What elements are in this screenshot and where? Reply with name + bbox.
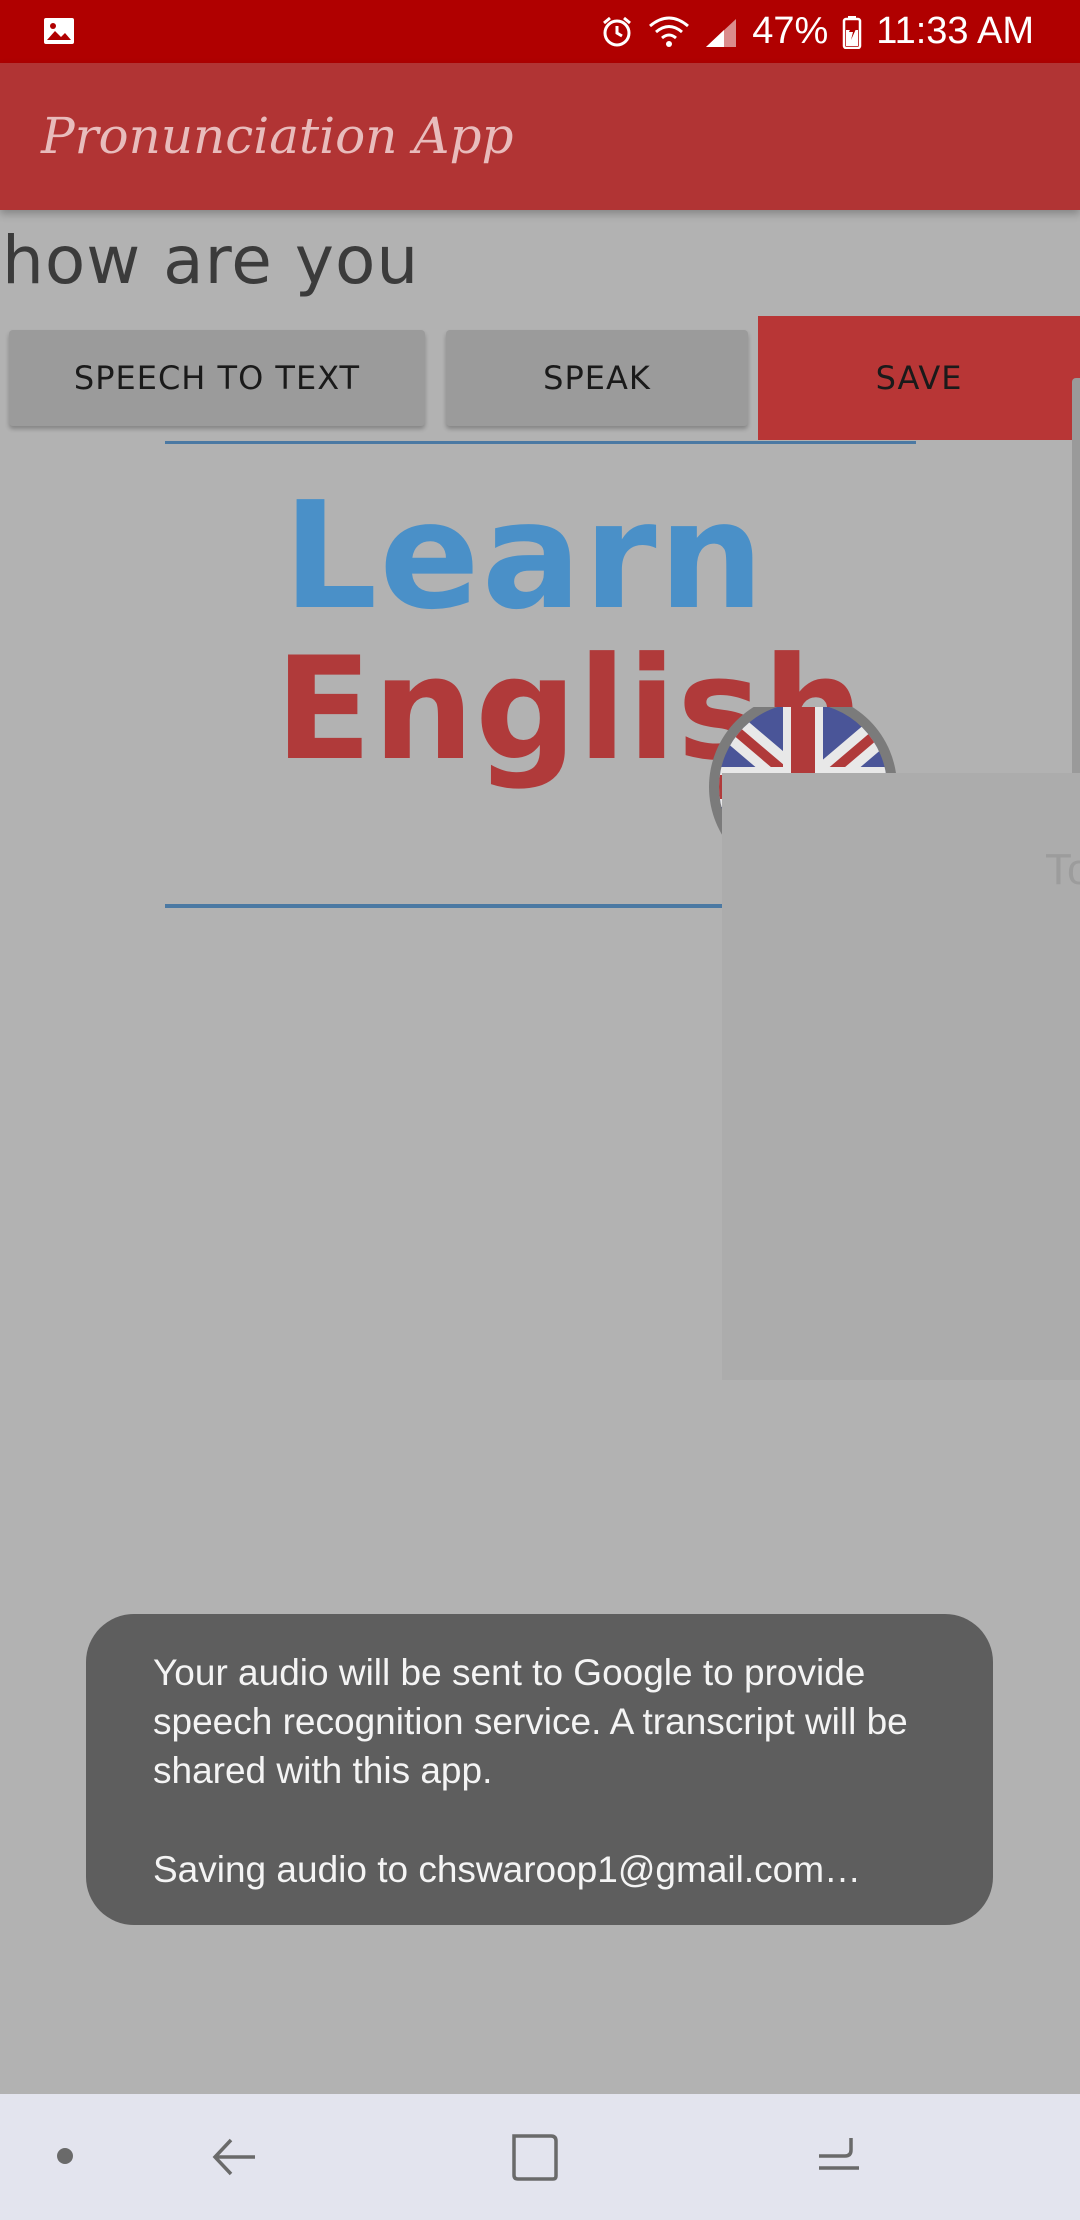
toast-saving-message: Saving audio to chswaroop1@gmail.com…: [153, 1849, 862, 1890]
image-learn-text: Learn: [283, 470, 766, 642]
image-icon: [44, 18, 74, 44]
app-bar: Pronunciation App: [0, 63, 1080, 210]
status-bar: 47% 11:33 AM: [0, 0, 1080, 63]
alarm-icon: [603, 16, 632, 46]
back-icon[interactable]: [211, 2132, 257, 2182]
dot-icon[interactable]: [57, 2148, 73, 2164]
speak-button[interactable]: SPEAK: [446, 330, 748, 426]
background-panel: [722, 773, 1080, 1380]
clock: 11:33 AM: [876, 10, 1034, 52]
save-button[interactable]: SAVE: [758, 316, 1080, 440]
wifi-icon: [649, 16, 690, 47]
battery-percent: 47%: [752, 10, 829, 52]
background-text: To: [1045, 845, 1080, 894]
battery-icon: [843, 15, 862, 49]
signal-icon: [706, 18, 737, 47]
recents-icon[interactable]: [815, 2132, 863, 2182]
home-icon[interactable]: [511, 2132, 559, 2182]
speech-to-text-button[interactable]: SPEECH TO TEXT: [9, 330, 425, 426]
overlay-edge: [1072, 378, 1080, 830]
app-title: Pronunciation App: [41, 107, 514, 165]
recognized-phrase: how are you: [2, 222, 420, 299]
navigation-bar: [0, 2094, 1080, 2220]
status-icons: 47% 11:33 AM: [600, 0, 1034, 63]
speech-recognition-toast: Your audio will be sent to Google to pro…: [86, 1614, 993, 1925]
toast-message: Your audio will be sent to Google to pro…: [153, 1652, 908, 1791]
